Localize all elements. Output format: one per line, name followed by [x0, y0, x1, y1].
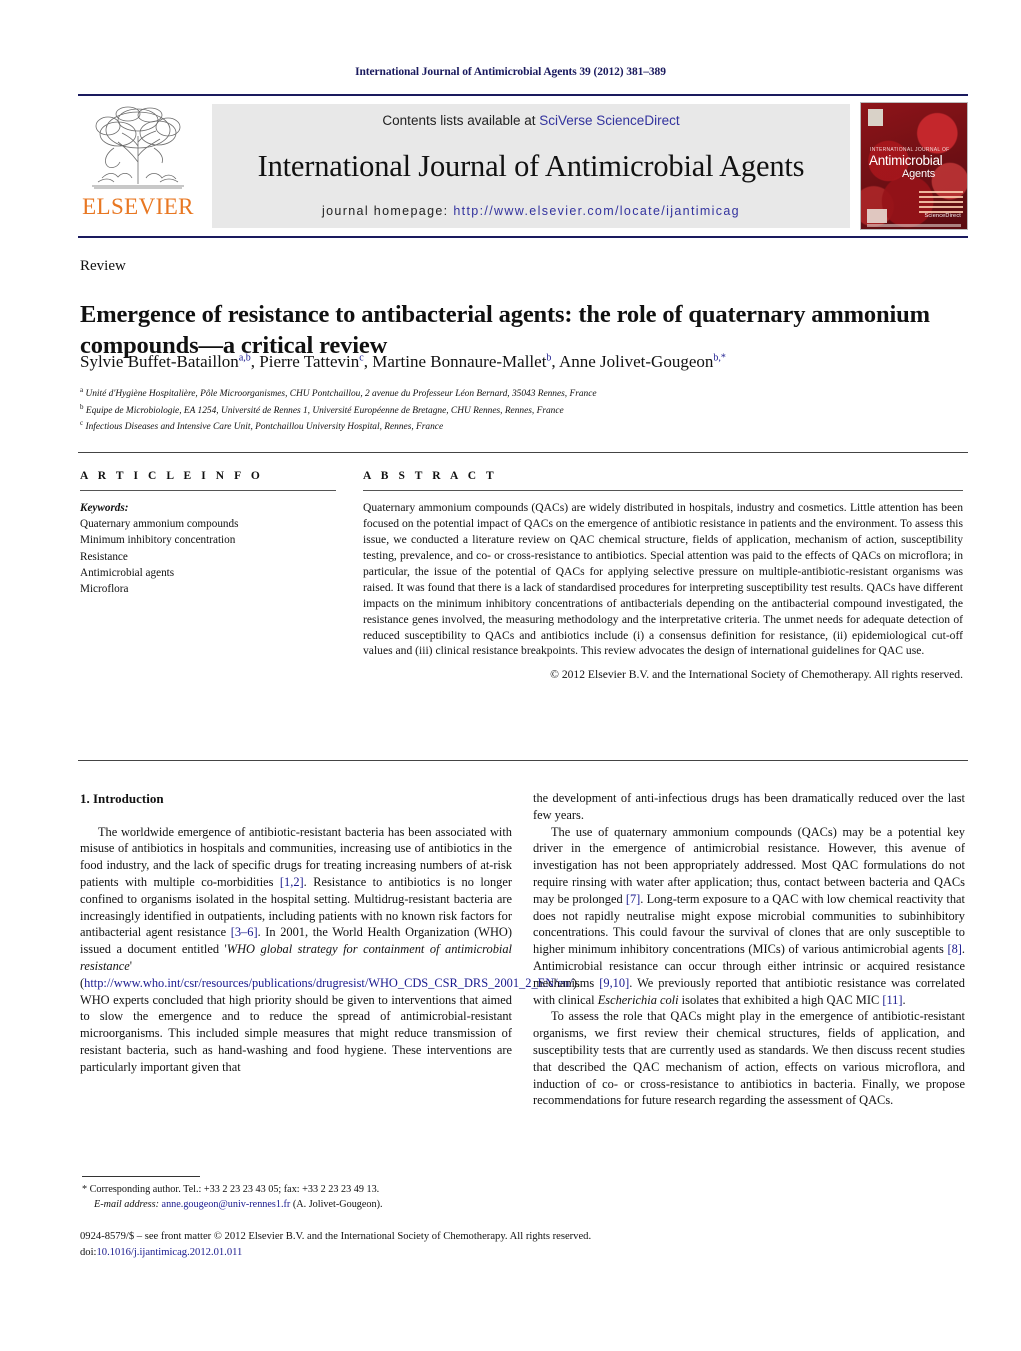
- affiliation-item: a Unité d'Hygiène Hospitalière, Pôle Mic…: [80, 385, 960, 402]
- contents-prefix: Contents lists available at: [382, 113, 540, 128]
- footnote-rule: [82, 1176, 200, 1177]
- footnote-block: * Corresponding author. Tel.: +33 2 23 2…: [82, 1182, 522, 1213]
- homepage-prefix: journal homepage:: [322, 203, 454, 218]
- body-paragraph: the development of anti-infectious drugs…: [533, 791, 965, 822]
- colophon-block: 0924-8579/$ – see front matter © 2012 El…: [80, 1229, 960, 1262]
- abstract-text: Quaternary ammonium compounds (QACs) are…: [363, 501, 963, 658]
- info-section-bottom-rule: [78, 760, 968, 761]
- cover-society-label: ScienceDirect: [924, 213, 961, 219]
- article-info-column: A R T I C L E I N F O Keywords: Quaterna…: [80, 470, 336, 597]
- running-head: International Journal of Antimicrobial A…: [355, 66, 666, 78]
- cover-elsevier-mark-icon: [868, 109, 883, 126]
- article-info-rule: [80, 490, 336, 491]
- elsevier-wordmark: ELSEVIER: [82, 194, 194, 219]
- doi-line: doi:10.1016/j.ijantimicag.2012.01.011: [80, 1245, 960, 1261]
- body-column-left: 1. Introduction The worldwide emergence …: [80, 790, 580, 1076]
- article-info-heading: A R T I C L E I N F O: [80, 470, 264, 482]
- journal-masthead: ELSEVIER Contents lists available at Sci…: [78, 94, 968, 238]
- doi-prefix: doi:: [80, 1247, 97, 1259]
- paper-page: International Journal of Antimicrobial A…: [0, 0, 1021, 1351]
- journal-cover-thumbnail: INTERNATIONAL JOURNAL OF Antimicrobial A…: [860, 102, 968, 230]
- abstract-copyright: © 2012 Elsevier B.V. and the Internation…: [550, 668, 963, 682]
- elsevier-tree-icon: [92, 106, 184, 189]
- cover-title-line1: Antimicrobial: [869, 153, 943, 168]
- cover-title-line2: Agents: [902, 168, 936, 180]
- cover-footer-block: [867, 209, 887, 223]
- journal-homepage-line: journal homepage: http://www.elsevier.co…: [322, 204, 740, 218]
- affiliation-item: c Infectious Diseases and Intensive Care…: [80, 418, 960, 435]
- affiliation-mark: a: [80, 386, 84, 394]
- keyword-item: Microflora: [80, 583, 129, 596]
- sciencedirect-link[interactable]: SciVerse ScienceDirect: [539, 113, 679, 128]
- corresponding-author-note: * Corresponding author. Tel.: +33 2 23 2…: [82, 1184, 380, 1195]
- corresponding-author-email: E-mail address: anne.gougeon@univ-rennes…: [94, 1199, 383, 1211]
- author-list: Sylvie Buffet-Bataillona,b, Pierre Tatte…: [80, 352, 726, 371]
- elsevier-logo: ELSEVIER: [78, 96, 198, 236]
- journal-homepage-link[interactable]: http://www.elsevier.com/locate/ijantimic…: [453, 204, 740, 218]
- journal-title: International Journal of Antimicrobial A…: [257, 148, 805, 183]
- doi-link[interactable]: 10.1016/j.ijantimicag.2012.01.011: [96, 1247, 242, 1258]
- affiliation-text: Infectious Diseases and Intensive Care U…: [85, 422, 444, 433]
- article-type-label: Review: [80, 258, 126, 274]
- journal-band: Contents lists available at SciVerse Sci…: [212, 104, 850, 228]
- body-paragraph: The worldwide emergence of antibiotic-re…: [80, 824, 580, 1074]
- body-paragraph: To assess the role that QACs might play …: [533, 1009, 965, 1108]
- affiliation-mark: b: [80, 402, 84, 411]
- keyword-item: Quaternary ammonium compounds: [80, 518, 239, 531]
- body-column-right: the development of anti-infectious drugs…: [533, 790, 965, 1109]
- section-heading-introduction: 1. Introduction: [80, 791, 164, 806]
- info-section-top-rule: [78, 452, 968, 453]
- abstract-column: A B S T R A C T Quaternary ammonium comp…: [363, 470, 963, 681]
- abstract-heading: A B S T R A C T: [363, 470, 498, 482]
- affiliation-mark: c: [80, 419, 84, 428]
- body-paragraph: The use of quaternary ammonium compounds…: [533, 824, 965, 1007]
- affiliation-list: a Unité d'Hygiène Hospitalière, Pôle Mic…: [80, 385, 960, 435]
- issn-copyright-line: 0924-8579/$ – see front matter © 2012 El…: [80, 1231, 592, 1242]
- affiliation-item: b Equipe de Microbiologie, EA 1254, Univ…: [80, 402, 960, 419]
- keyword-item: Resistance: [80, 550, 128, 563]
- affiliation-text: Unité d'Hygiène Hospitalière, Pôle Micro…: [85, 389, 597, 400]
- keyword-item: Antimicrobial agents: [80, 566, 175, 579]
- keyword-item: Minimum inhibitory concentration: [80, 534, 236, 547]
- cover-footer-bar: [867, 224, 961, 227]
- keywords-label: Keywords:: [80, 502, 129, 514]
- affiliation-text: Equipe de Microbiologie, EA 1254, Univer…: [85, 405, 564, 416]
- abstract-rule: [363, 490, 963, 491]
- contents-list-line: Contents lists available at SciVerse Sci…: [382, 113, 679, 128]
